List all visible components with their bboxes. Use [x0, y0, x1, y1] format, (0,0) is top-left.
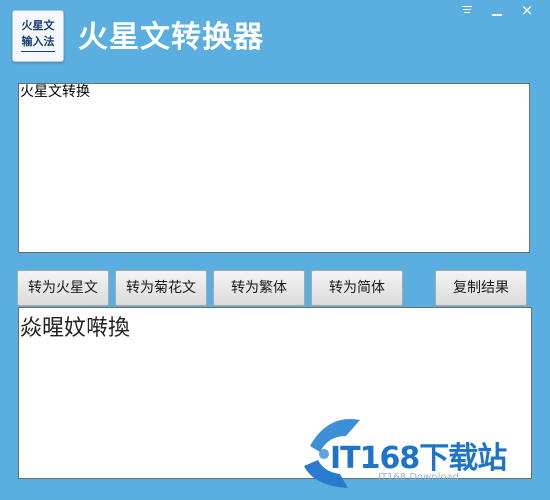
to-martian-button[interactable]: 转为火星文: [17, 270, 109, 306]
close-button[interactable]: ×: [516, 0, 538, 22]
source-text-input[interactable]: 火星文转换: [18, 83, 530, 253]
app-logo: 火星文 输入法: [12, 10, 64, 62]
app-logo-line1: 火星文: [21, 19, 55, 32]
copy-result-button[interactable]: 复制结果: [435, 270, 527, 306]
close-icon: ×: [520, 1, 534, 19]
app-logo-underline: [21, 51, 55, 52]
menu-icon: [462, 6, 472, 15]
app-logo-line2: 输入法: [21, 35, 55, 48]
minimize-button[interactable]: [486, 0, 508, 22]
result-text: 焱暒妏啭換: [20, 316, 131, 341]
watermark-brand: IT168下载站: [330, 441, 507, 476]
to-simplified-button[interactable]: 转为简体: [311, 270, 403, 306]
minimize-icon: [492, 14, 502, 16]
watermark-sub: IT168 Download: [378, 472, 460, 483]
to-traditional-button[interactable]: 转为繁体: [213, 270, 305, 306]
to-juhua-button[interactable]: 转为菊花文: [115, 270, 207, 306]
menu-button[interactable]: [456, 0, 478, 22]
app-title: 火星文转换器: [78, 20, 264, 55]
